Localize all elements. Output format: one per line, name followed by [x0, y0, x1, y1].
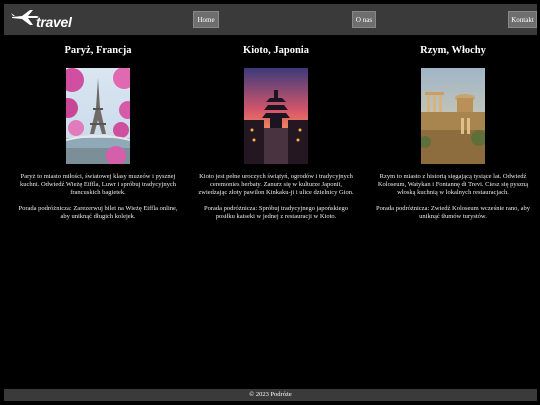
kyoto-pagoda-image	[244, 68, 308, 164]
travel-tip: Porada podróżnicza: Zarezerwuj bilet na …	[18, 204, 178, 220]
destination-card-kyoto: Kioto, Japonia Kioto jest pełne uroczych…	[190, 44, 362, 221]
footer-copyright: © 2023 Podróże	[249, 391, 292, 398]
nav-contact-button[interactable]: Kontakt	[508, 11, 537, 28]
destination-title: Paryż, Francja	[64, 45, 132, 56]
destination-card-rome: Rzym, Włochy Rzym to miasto z historią s…	[367, 44, 539, 221]
travel-tip: Porada podróżnicza: Zwiedź Koloseum wcze…	[376, 204, 530, 220]
logo-text: travel	[36, 14, 72, 30]
destination-description: Paryż to miasto miłości, światowej klasy…	[20, 173, 176, 197]
nav-home-button[interactable]: Home	[193, 11, 219, 28]
destination-description: Kioto jest pełne uroczych świątyń, ogrod…	[198, 173, 354, 197]
travel-logo[interactable]: travel	[10, 8, 72, 32]
page-frame: travel Home O nas Kontakt Paryż, Francja	[4, 4, 537, 401]
destination-title: Rzym, Włochy	[420, 45, 486, 56]
paris-eiffel-tower-image	[66, 68, 130, 164]
nav-about-button[interactable]: O nas	[352, 11, 376, 28]
footer-bar: © 2023 Podróże	[4, 389, 537, 401]
destination-card-paris: Paryż, Francja Paryż to miasto miłości, …	[12, 44, 184, 221]
rome-forum-image	[421, 68, 485, 164]
travel-tip: Porada podróżnicza: Spróbuj tradycyjnego…	[203, 204, 349, 220]
destination-description: Rzym to miasto z historią sięgającą tysi…	[377, 173, 529, 197]
destination-title: Kioto, Japonia	[243, 45, 309, 56]
header-bar: travel Home O nas Kontakt	[4, 4, 537, 35]
